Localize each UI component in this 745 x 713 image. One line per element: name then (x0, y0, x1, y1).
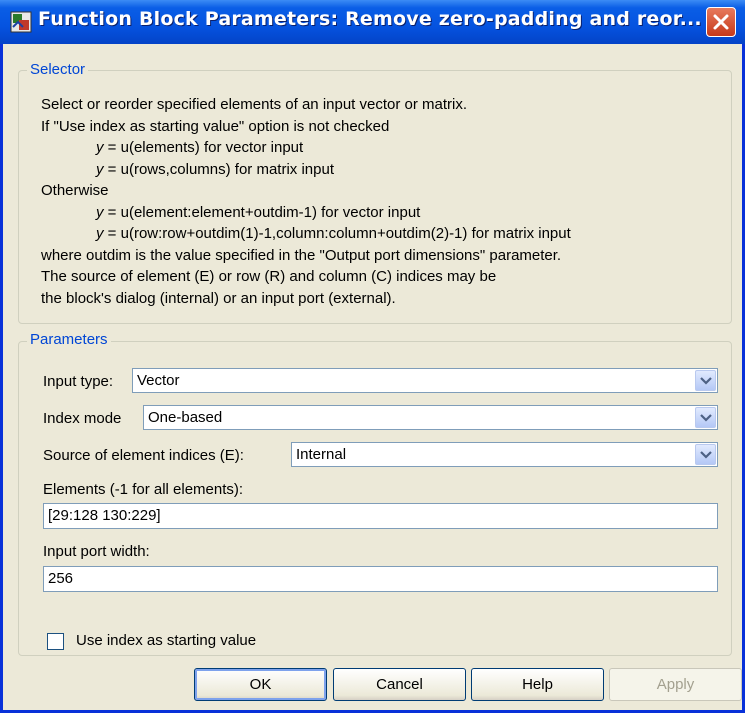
port-width-input[interactable]: 256 (43, 566, 718, 592)
description-line: y = u(element:element+outdim-1) for vect… (96, 203, 421, 221)
input-type-label: Input type: (43, 373, 114, 390)
input-type-value: Vector (137, 372, 180, 389)
dialog-window: Function Block Parameters: Remove zero-p… (0, 0, 745, 713)
port-width-label: Input port width: (43, 543, 150, 560)
index-mode-label: Index mode (43, 410, 122, 427)
port-width-value: 256 (48, 570, 74, 587)
chevron-down-icon[interactable] (695, 444, 716, 465)
cancel-button[interactable]: Cancel (333, 668, 466, 701)
apply-button[interactable]: Apply (609, 668, 742, 701)
description-line: y = u(row:row+outdim(1)-1,column:column+… (96, 225, 571, 242)
description-line: y = u(rows,columns) for matrix input (96, 160, 335, 178)
input-type-select[interactable]: Vector (132, 368, 718, 393)
source-indices-select[interactable]: Internal (291, 442, 718, 467)
use-index-checkbox-label[interactable]: Use index as starting value (76, 632, 256, 649)
description-line: where outdim is the value specified in t… (41, 246, 562, 264)
selector-description: Select or reorder specified elements of … (41, 94, 571, 309)
description-line: the block's dialog (internal) or an inpu… (41, 289, 396, 307)
source-indices-value: Internal (296, 446, 347, 463)
description-line: Otherwise (41, 182, 109, 199)
elements-value: [29:128 130:229] (48, 507, 161, 524)
chevron-down-icon[interactable] (695, 407, 716, 428)
parameters-group-label: Parameters (27, 331, 111, 348)
use-index-checkbox[interactable] (47, 633, 64, 650)
elements-input[interactable]: [29:128 130:229] (43, 503, 718, 529)
chevron-down-icon[interactable] (695, 370, 716, 391)
close-button[interactable] (706, 7, 736, 37)
index-mode-select[interactable]: One-based (143, 405, 718, 430)
description-line: Select or reorder specified elements of … (41, 96, 468, 113)
simulink-block-icon (10, 11, 32, 33)
title-bar[interactable]: Function Block Parameters: Remove zero-p… (0, 0, 745, 44)
source-indices-label: Source of element indices (E): (43, 447, 244, 464)
selector-group-label: Selector (27, 61, 89, 78)
elements-label: Elements (-1 for all elements): (43, 481, 244, 498)
index-mode-value: One-based (148, 409, 223, 426)
help-button[interactable]: Help (471, 668, 604, 701)
description-line: If "Use index as starting value" option … (41, 117, 390, 135)
window-title: Function Block Parameters: Remove zero-p… (38, 8, 702, 30)
description-line: y = u(elements) for vector input (96, 139, 304, 156)
ok-button[interactable]: OK (194, 668, 327, 701)
description-line: The source of element (E) or row (R) and… (41, 268, 497, 285)
